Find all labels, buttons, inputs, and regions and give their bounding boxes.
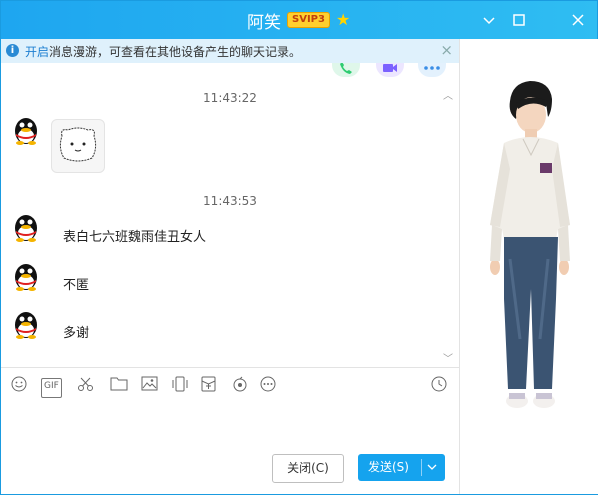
bear-sticker-icon: [59, 127, 97, 162]
vip-badge[interactable]: SVIP3: [287, 12, 330, 28]
roaming-notice-bar: i 开启消息漫游，可查看在其他设备产生的聊天记录。 ×: [1, 39, 459, 64]
send-button[interactable]: 发送(S): [358, 454, 445, 481]
message-text[interactable]: 不匿: [63, 274, 89, 293]
title-group: 阿笑 SVIP3 ★: [247, 8, 350, 33]
dropdown-button[interactable]: [478, 9, 500, 31]
maximize-icon: [513, 14, 525, 26]
phone-icon: [340, 63, 352, 74]
star-icon[interactable]: ★: [336, 12, 350, 28]
emoji-icon[interactable]: [11, 376, 27, 394]
send-options-chevron-icon[interactable]: [427, 454, 437, 481]
avatar[interactable]: [11, 309, 41, 339]
chat-window: 阿笑 SVIP3 ★ i 开启消息漫游，可查看在其他设备产生的聊天记录。 × ︿: [0, 0, 598, 495]
message-timestamp: 11:43:53: [203, 194, 257, 208]
red-packet-icon[interactable]: [201, 376, 216, 394]
character-avatar-image[interactable]: [460, 39, 598, 494]
message-text[interactable]: 表白七六班魏雨佳丑女人: [63, 226, 206, 245]
message-text[interactable]: 多谢: [63, 322, 89, 341]
video-call-button[interactable]: [376, 63, 404, 77]
title-bar: 阿笑 SVIP3 ★: [1, 1, 597, 39]
voice-call-button[interactable]: [332, 63, 360, 77]
close-window-button[interactable]: [567, 9, 589, 31]
shake-icon[interactable]: [171, 376, 189, 394]
notice-close-icon[interactable]: ×: [440, 41, 453, 59]
more-button[interactable]: [418, 63, 446, 77]
message-input[interactable]: [1, 401, 459, 451]
message-timestamp: 11:43:22: [203, 91, 257, 105]
avatar[interactable]: [11, 115, 41, 145]
scissors-icon[interactable]: [77, 376, 95, 394]
avatar[interactable]: [11, 212, 41, 242]
more-icon: [424, 66, 440, 70]
close-button[interactable]: 关闭(C): [272, 454, 344, 483]
info-icon: i: [6, 44, 19, 57]
send-label: 发送(S): [368, 460, 409, 474]
more-tools-icon[interactable]: [260, 376, 276, 394]
close-icon: [572, 14, 584, 26]
gif-icon[interactable]: GIF: [41, 378, 62, 398]
avatar-show-panel: [459, 39, 598, 494]
send-divider: [421, 459, 422, 476]
image-icon[interactable]: [141, 376, 158, 394]
scroll-down-arrow[interactable]: ﹀: [443, 350, 453, 365]
notice-text: 开启消息漫游，可查看在其他设备产生的聊天记录。: [25, 43, 301, 60]
video-icon: [383, 64, 397, 72]
music-icon[interactable]: [232, 376, 248, 394]
folder-icon[interactable]: [110, 376, 128, 394]
chevron-down-icon: [483, 17, 495, 25]
notice-message: 消息漫游，可查看在其他设备产生的聊天记录。: [49, 45, 302, 59]
input-toolbar: GIF: [1, 367, 459, 402]
enable-roaming-link[interactable]: 开启: [25, 45, 49, 59]
history-clock-icon[interactable]: [431, 376, 447, 394]
sticker-image[interactable]: [51, 119, 105, 173]
chat-history[interactable]: ︿ 11:43:22 11:43:53 表白七六班魏雨佳丑女人 不匿 多谢 ﹀: [1, 63, 459, 367]
contact-name[interactable]: 阿笑: [247, 8, 281, 33]
maximize-button[interactable]: [508, 9, 530, 31]
avatar[interactable]: [11, 261, 41, 291]
